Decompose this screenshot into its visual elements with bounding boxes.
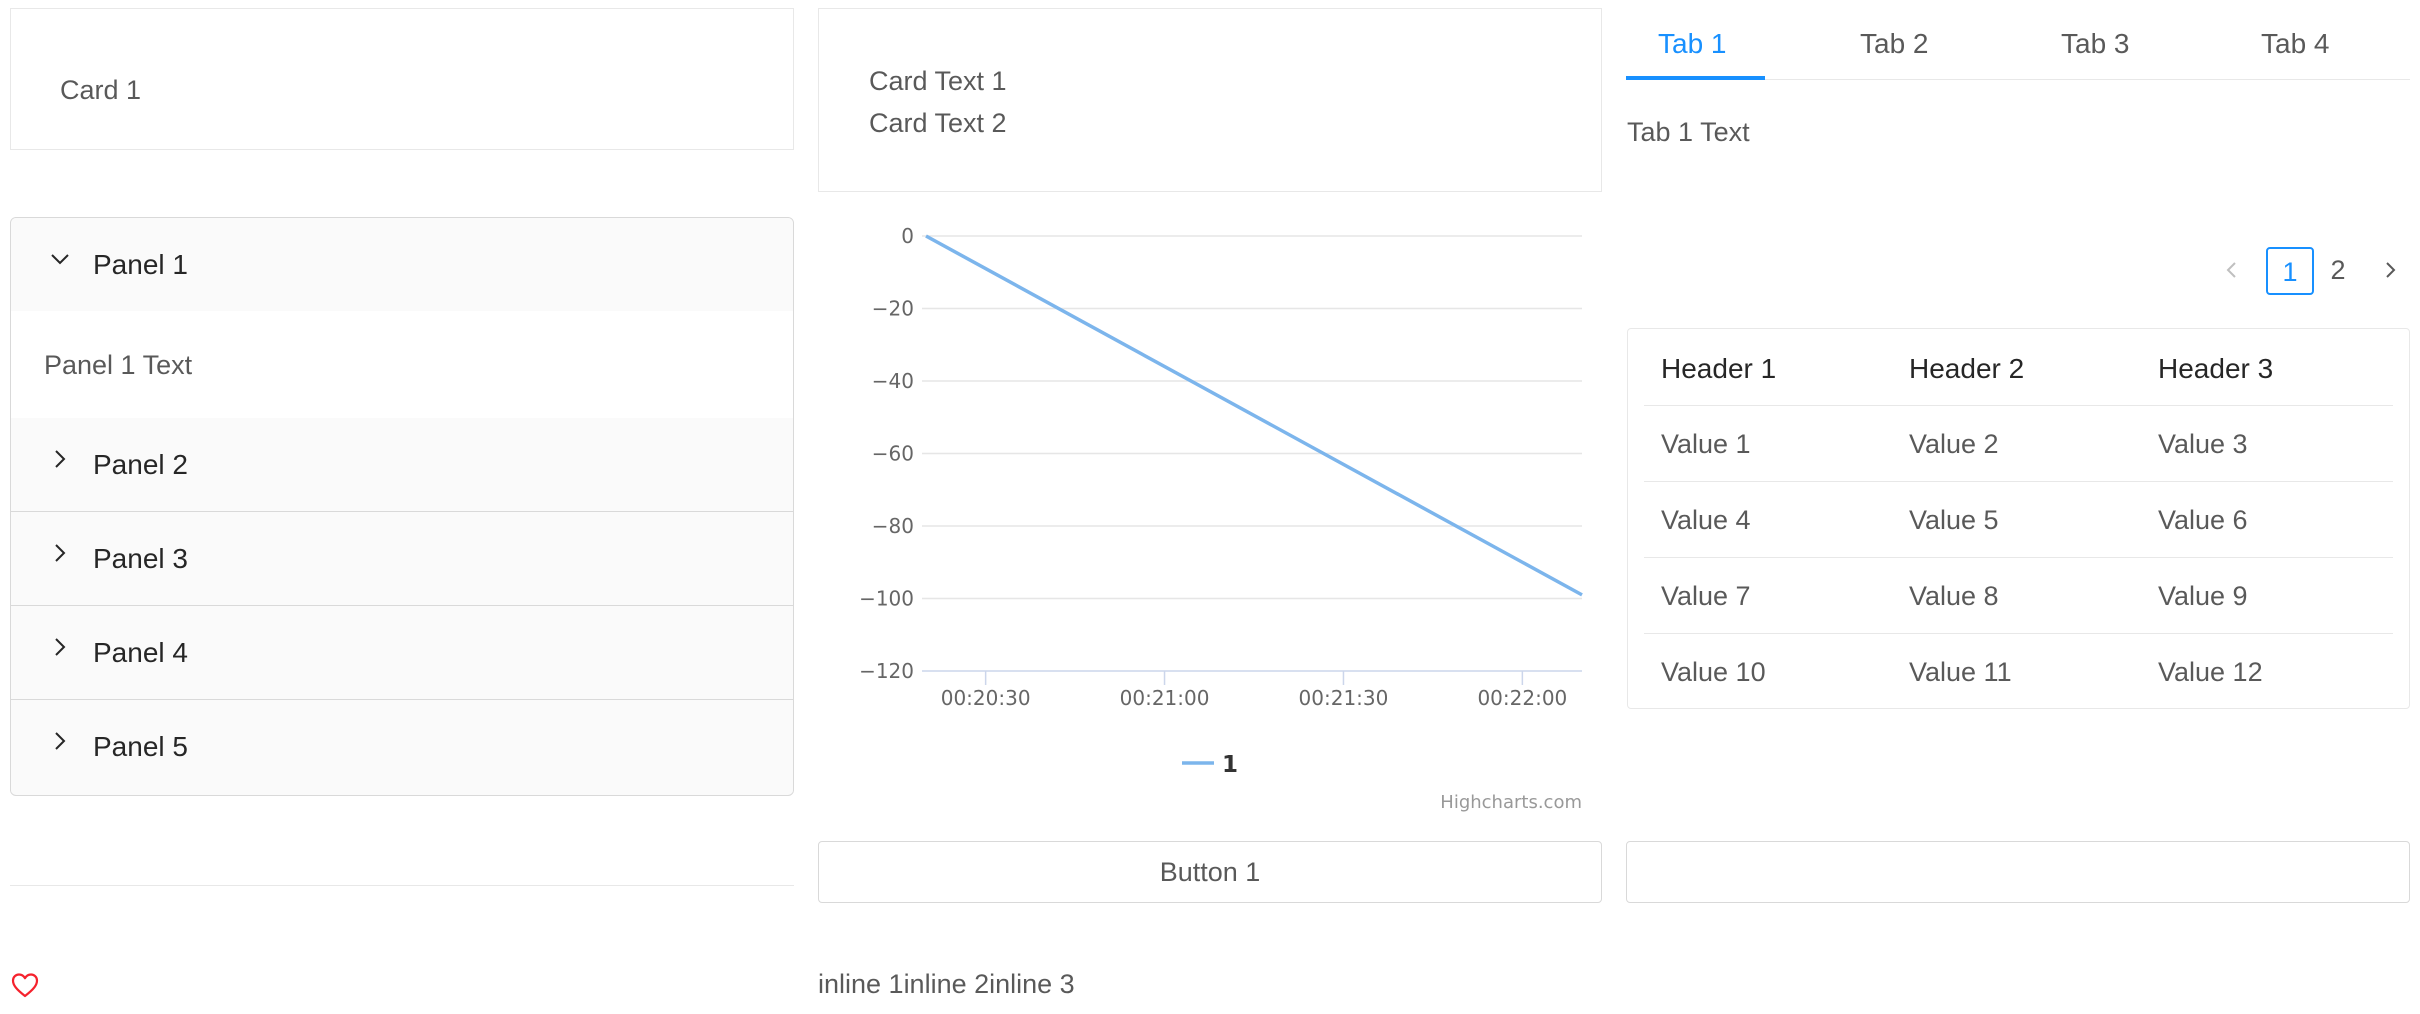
- inline-group: inline 1inline 2inline 3: [818, 969, 1075, 1000]
- table-row: Value 1 Value 2 Value 3: [1644, 405, 2393, 482]
- panel-1-content: Panel 1 Text: [11, 311, 793, 419]
- table-cell: Value 9: [2158, 581, 2248, 611]
- table-row: Value 4 Value 5 Value 6: [1644, 481, 2393, 558]
- chevron-down-icon: [51, 254, 69, 265]
- line-chart: 0 −20 −40 −60 −80 −100 −120 00:20:30 00:21:00 00…: [818, 210, 1602, 820]
- table-row: Value 10 Value 11 Value 12: [1644, 633, 2393, 709]
- table-cell: Value 11: [1909, 657, 2012, 687]
- panel-5-header[interactable]: Panel 5: [11, 700, 793, 793]
- table-cell: Value 3: [2158, 429, 2248, 459]
- table-header-row: Header 1 Header 2 Header 3: [1644, 329, 2393, 406]
- chart-credits[interactable]: Highcharts.com: [1440, 792, 1582, 813]
- card-1: Card 1: [10, 8, 794, 150]
- series-1-line: [925, 234, 1583, 597]
- tab-active-indicator: [1626, 76, 1765, 80]
- panel-1-text: Panel 1 Text: [44, 350, 193, 380]
- table-cell: Value 4: [1661, 505, 1751, 535]
- y-tick-label: −40: [872, 369, 914, 393]
- inline-item-1: inline 1: [818, 969, 904, 999]
- collapse: Panel 1 Panel 1 Text Panel 2 Panel 3 Pan…: [10, 217, 794, 796]
- x-tick-label: 00:21:00: [1120, 686, 1210, 710]
- y-tick-label: −120: [859, 659, 914, 683]
- table-row: Value 7 Value 8 Value 9: [1644, 557, 2393, 634]
- y-tick-label: −20: [872, 297, 914, 321]
- panel-3-header[interactable]: Panel 3: [11, 512, 793, 606]
- y-axis-labels: 0 −20 −40 −60 −80 −100 −120: [859, 224, 914, 683]
- table-cell: Value 7: [1661, 581, 1751, 611]
- card-text-2: Card Text 2: [869, 108, 1007, 138]
- y-tick-label: −80: [872, 514, 914, 538]
- panel-2-label: Panel 2: [93, 449, 188, 480]
- x-tick-label: 00:21:30: [1299, 686, 1389, 710]
- table-cell: Value 8: [1909, 581, 1999, 611]
- y-tick-label: −60: [872, 442, 914, 466]
- legend-label: 1: [1222, 752, 1238, 778]
- chart-svg: 0−20−40−60−80−100−120 00:20:30 00:21:00 00…: [859, 224, 1583, 813]
- y-tick-label: 0: [901, 224, 914, 248]
- page-1[interactable]: 1: [2266, 247, 2314, 295]
- chevron-right-icon: [55, 450, 66, 468]
- chevron-right-icon: [55, 732, 66, 750]
- panel-5-label: Panel 5: [93, 731, 188, 762]
- legend[interactable]: 1: [1182, 752, 1238, 778]
- x-tick-label: 00:22:00: [1477, 686, 1567, 710]
- table-cell: Value 1: [1661, 429, 1751, 459]
- tab-2[interactable]: Tab 2: [1860, 28, 1929, 60]
- x-axis: 00:20:30 00:21:00 00:21:30 00:22:00: [941, 671, 1567, 710]
- table-cell: Value 12: [2158, 657, 2263, 687]
- chart-grid: [922, 235, 1582, 600]
- table-cell: Value 6: [2158, 505, 2248, 535]
- chevron-left-icon[interactable]: [2220, 258, 2244, 282]
- panel-3-label: Panel 3: [93, 543, 188, 574]
- tabs: Tab 1 Tab 2 Tab 3 Tab 4: [1626, 8, 2410, 80]
- y-tick-label: −100: [859, 587, 914, 611]
- table-cell: Value 5: [1909, 505, 1999, 535]
- table-header: Header 1: [1661, 353, 1777, 384]
- panel-4-label: Panel 4: [93, 637, 188, 668]
- table-header: Header 2: [1909, 353, 2025, 384]
- divider: [10, 885, 794, 886]
- card-1-title: Card 1: [60, 75, 142, 105]
- text-input[interactable]: [1626, 841, 2410, 903]
- tab-1[interactable]: Tab 1: [1658, 28, 1727, 60]
- chevron-right-icon: [55, 638, 66, 656]
- button-1[interactable]: Button 1: [818, 841, 1602, 903]
- inline-item-2: inline 2: [903, 969, 990, 999]
- page-2[interactable]: 2: [2314, 247, 2362, 295]
- chevron-right-icon: [55, 544, 66, 562]
- table-cell: Value 2: [1909, 429, 1999, 459]
- table-header: Header 3: [2158, 353, 2274, 384]
- card-text-1: Card Text 1: [869, 66, 1007, 96]
- panel-1-label: Panel 1: [93, 249, 188, 280]
- chevron-right-icon[interactable]: [2378, 258, 2402, 282]
- tab-3[interactable]: Tab 3: [2061, 28, 2130, 60]
- x-tick-label: 00:20:30: [941, 686, 1031, 710]
- pagination: 1 2: [2220, 246, 2410, 296]
- table-cell: Value 10: [1661, 657, 1766, 687]
- panel-1-header[interactable]: Panel 1: [11, 218, 793, 312]
- panel-2-header[interactable]: Panel 2: [11, 418, 793, 512]
- panel-4-header[interactable]: Panel 4: [11, 606, 793, 700]
- tab-4[interactable]: Tab 4: [2261, 28, 2330, 60]
- tab-content: Tab 1 Text: [1627, 117, 1750, 147]
- heart-icon[interactable]: [10, 970, 40, 1000]
- data-table: Header 1 Header 2 Header 3 Value 1 Value…: [1627, 328, 2410, 709]
- inline-item-3: inline 3: [989, 969, 1075, 999]
- card-2: Card Text 1 Card Text 2: [818, 8, 1602, 192]
